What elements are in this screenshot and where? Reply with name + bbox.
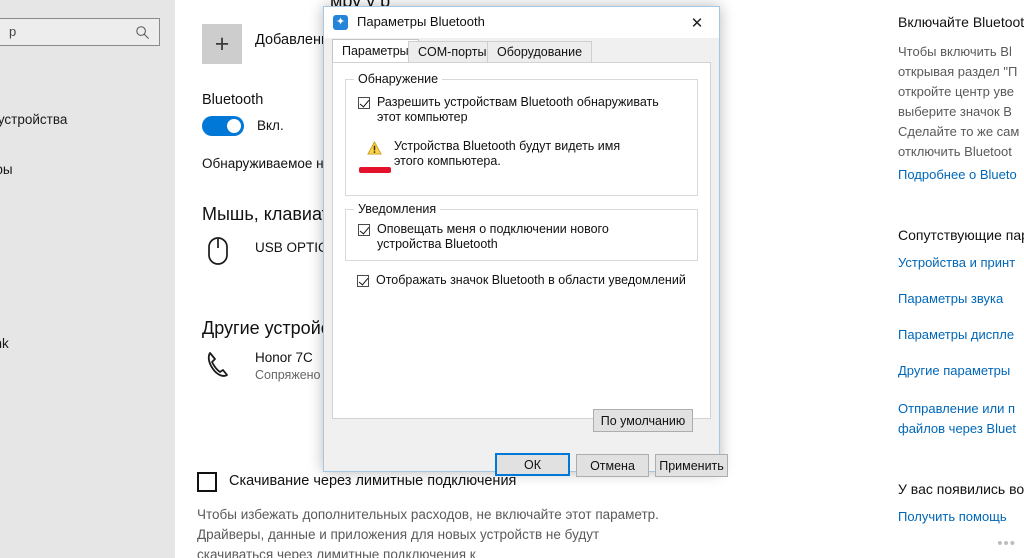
sidebar-item-label: lows Ink — [0, 336, 9, 351]
tab-parameters[interactable]: Параметры — [332, 39, 419, 62]
help-heading: Включайте Bluetoot — [898, 14, 1024, 30]
bluetooth-settings-dialog: ✦ Параметры Bluetooth ✕ Параметры COM-по… — [323, 6, 728, 477]
show-tray-icon-label: Отображать значок Bluetooth в области ув… — [376, 273, 686, 287]
other-section-heading: Другие устройс — [202, 318, 330, 338]
tab-com-ports[interactable]: COM-порты — [408, 41, 497, 62]
help-line: Сделайте то же сам — [898, 124, 1020, 139]
settings-sidebar: р ругие устройства сканеры анель lows In… — [0, 0, 175, 558]
link-display-settings[interactable]: Параметры диспле — [898, 327, 1024, 342]
metered-checkbox[interactable] — [197, 472, 217, 492]
sidebar-item-panel[interactable]: анель — [0, 251, 175, 266]
search-icon — [136, 26, 149, 39]
related-settings-heading: Сопутствующие пар — [898, 227, 1024, 243]
discovery-legend: Обнаружение — [354, 72, 443, 86]
notify-new-device-checkbox[interactable] — [358, 224, 370, 236]
cancel-button[interactable]: Отмена — [576, 454, 649, 477]
defaults-button[interactable]: По умолчанию — [593, 409, 693, 432]
link-devices-printers[interactable]: Устройства и принт — [898, 255, 1024, 270]
tab-hardware[interactable]: Оборудование — [487, 41, 593, 62]
help-line: откройте центр уве — [898, 84, 1014, 99]
questions-heading: У вас появились во — [898, 481, 1024, 497]
link-sound-settings[interactable]: Параметры звука — [898, 291, 1024, 306]
sidebar-item-label: анель — [0, 251, 175, 266]
sidebar-item-label: сканеры — [0, 162, 13, 177]
plus-icon: + — [214, 29, 230, 58]
sidebar-item-other-devices[interactable]: ругие устройства — [0, 112, 175, 127]
bluetooth-toggle-state: Вкл. — [257, 118, 284, 133]
sidebar-item-windows-ink[interactable]: lows Ink — [0, 336, 175, 351]
mouse-section-heading: Мышь, клавиат — [202, 204, 330, 224]
dialog-tabstrip: Параметры COM-порты Оборудование — [324, 38, 719, 62]
discoverable-text: Обнаруживаемое на — [202, 156, 332, 171]
dialog-body: Обнаружение Разрешить устройствам Blueto… — [332, 62, 711, 432]
right-info-column: Включайте Bluetoot Чтобы включить Bl отк… — [888, 0, 1024, 558]
dialog-title: Параметры Bluetooth — [357, 14, 485, 29]
other-device-status: Сопряжено — [255, 368, 321, 382]
get-help-link[interactable]: Получить помощь — [898, 509, 1024, 524]
bluetooth-heading: Bluetooth — [202, 92, 264, 108]
screen: р ругие устройства сканеры анель lows In… — [0, 0, 1024, 558]
mouse-icon — [208, 237, 228, 265]
bluetooth-toggle[interactable] — [202, 116, 244, 136]
discovery-warning-text: Устройства Bluetooth будут видеть имя эт… — [394, 139, 621, 168]
ok-button[interactable]: ОК — [495, 453, 570, 476]
more-dots-icon[interactable]: ••• — [997, 535, 1016, 552]
bluetooth-icon: ✦ — [333, 15, 348, 30]
other-device-name[interactable]: Honor 7C — [255, 350, 313, 365]
discovery-group: Обнаружение Разрешить устройствам Blueto… — [345, 72, 698, 196]
notifications-group: Уведомления Оповещать меня о подключении… — [345, 202, 698, 261]
red-annotation-mark — [359, 167, 391, 173]
link-send-receive-files[interactable]: Отправление или п файлов через Bluet — [898, 399, 1024, 439]
search-input[interactable]: р — [0, 18, 160, 46]
help-line: Чтобы включить Bl — [898, 44, 1012, 59]
help-line: открывая раздел "П — [898, 64, 1018, 79]
metered-description: Чтобы избежать дополнительных расходов, … — [197, 507, 659, 558]
metered-label: Скачивание через лимитные подключения — [229, 473, 517, 489]
help-line: отключить Bluetoot — [898, 144, 1012, 159]
show-tray-icon-checkbox[interactable] — [357, 275, 369, 287]
add-device-button[interactable]: + — [202, 24, 242, 64]
search-input-value: р — [9, 24, 17, 39]
toggle-knob — [227, 119, 241, 133]
close-icon[interactable]: ✕ — [675, 7, 719, 38]
link-other-settings[interactable]: Другие параметры — [898, 363, 1024, 378]
dialog-title-bar: ✦ Параметры Bluetooth ✕ — [324, 7, 719, 38]
allow-discovery-checkbox[interactable] — [358, 97, 370, 109]
help-more-link[interactable]: Подробнее о Blueto — [898, 167, 1024, 182]
notify-new-device-label: Оповещать меня о подключении нового устр… — [377, 222, 609, 251]
help-line: выберите значок В — [898, 104, 1012, 119]
sidebar-item-scanners[interactable]: сканеры — [0, 162, 175, 177]
notifications-legend: Уведомления — [354, 202, 441, 216]
sidebar-item-label: ругие устройства — [0, 112, 68, 127]
warning-icon — [367, 141, 382, 155]
allow-discovery-label: Разрешить устройствам Bluetooth обнаружи… — [377, 95, 659, 124]
phone-icon — [207, 352, 228, 377]
apply-button[interactable]: Применить — [655, 454, 728, 477]
